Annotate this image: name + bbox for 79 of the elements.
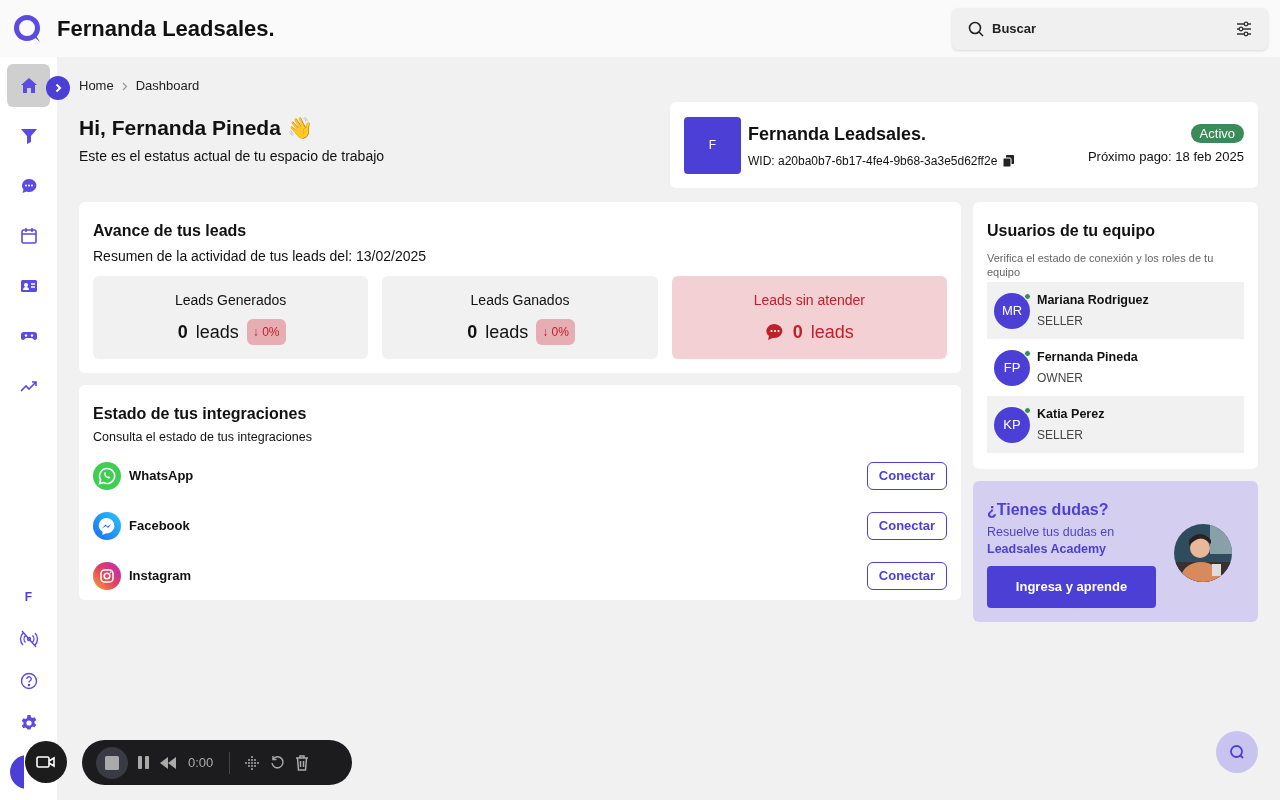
- calendar-icon: [19, 226, 38, 245]
- messenger-logo-icon: [93, 511, 121, 540]
- next-payment: Próximo pago: 18 feb 2025: [1087, 148, 1244, 166]
- instagram-logo-icon: [93, 561, 121, 590]
- member-role: OWNER: [1037, 369, 1084, 387]
- member-name: Fernanda Pineda: [1037, 349, 1138, 367]
- connect-button[interactable]: Conectar: [867, 561, 947, 590]
- chat-icon: [19, 176, 38, 195]
- card-title: Usuarios de tu equipo: [987, 221, 1156, 241]
- connect-button[interactable]: Conectar: [867, 461, 947, 490]
- card-subtitle: Verifica el estado de conexión y los roles de tu equipo: [987, 251, 1215, 279]
- rewind-icon[interactable]: [160, 756, 176, 769]
- copy-icon[interactable]: [1003, 154, 1015, 167]
- video-camera-icon: [36, 755, 56, 769]
- team-member-row[interactable]: MR Mariana Rodriguez SELLER: [987, 282, 1244, 339]
- chevron-right-icon: [121, 81, 128, 91]
- academy-button[interactable]: Ingresa y aprende: [987, 566, 1156, 608]
- stat-label: Leads Ganados: [470, 290, 570, 310]
- settings-icon[interactable]: [19, 714, 38, 732]
- academy-text: Resuelve tus dudas en Leadsales Academy: [987, 524, 1116, 558]
- home-icon: [19, 76, 38, 95]
- workspace-avatar: F: [684, 116, 741, 174]
- card-subtitle: Resumen de la actividad de tus leads del: 13/02/2025: [93, 247, 428, 266]
- lead-unit: leads: [195, 320, 239, 344]
- integration-name: Instagram: [129, 567, 192, 585]
- status-badge: Activo: [1190, 123, 1244, 143]
- help-icon[interactable]: [19, 672, 38, 690]
- search-field[interactable]: Buscar: [952, 7, 1268, 50]
- greeting-title: Hi, Fernanda Pineda 👋: [79, 115, 314, 141]
- integration-name: Facebook: [129, 517, 190, 535]
- recording-time: 0:00: [188, 753, 214, 772]
- member-role: SELLER: [1037, 312, 1085, 330]
- team-member-row[interactable]: FP Fernanda Pineda OWNER: [987, 339, 1244, 396]
- stop-icon: [105, 755, 119, 770]
- lead-count: 0: [177, 320, 188, 344]
- card-title: Avance de tus leads: [93, 221, 248, 241]
- member-role: SELLER: [1037, 426, 1085, 444]
- restart-icon[interactable]: [270, 755, 286, 770]
- academy-title: ¿Tienes dudas?: [987, 500, 1110, 520]
- breadcrumb-link[interactable]: Home: [79, 76, 114, 96]
- lead-unit: leads: [485, 320, 529, 344]
- workspace-id: WID: a20ba0b7-6b17-4fe4-9b68-3a3e5d62ff2e: [748, 152, 998, 170]
- integration-name: WhatsApp: [129, 467, 194, 485]
- workspace-initial[interactable]: F: [24, 588, 33, 606]
- member-name: Katia Perez: [1037, 406, 1105, 424]
- member-initials: MR: [1001, 301, 1023, 320]
- brand-name: Fernanda Leadsales.: [57, 15, 275, 43]
- change-badge: ↓ 0%: [536, 319, 575, 345]
- team-member-row[interactable]: KP Katia Perez SELLER: [987, 396, 1244, 453]
- filter-sliders-icon[interactable]: [1236, 20, 1252, 37]
- change-badge: ↓ 0%: [246, 319, 286, 345]
- sidebar-item[interactable]: [7, 64, 50, 107]
- whatsapp-logo-icon: [93, 461, 121, 490]
- pause-icon[interactable]: [138, 756, 150, 769]
- lead-count: 0: [792, 320, 803, 344]
- card-title: Estado de tus integraciones: [93, 404, 308, 424]
- signal-off-icon[interactable]: [18, 630, 39, 648]
- breadcrumb-link[interactable]: Dashboard: [135, 76, 200, 96]
- card-subtitle: Consulta el estado de tus integraciones: [93, 429, 313, 446]
- logo-icon: [13, 13, 43, 44]
- lead-count: 0: [467, 320, 478, 344]
- stat-label: Leads Generados: [175, 290, 287, 310]
- stop-button[interactable]: [96, 746, 128, 779]
- search-icon: [968, 20, 984, 37]
- connect-button[interactable]: Conectar: [867, 511, 947, 540]
- search-input: Buscar: [992, 18, 1228, 39]
- member-initials: FP: [1003, 358, 1021, 377]
- chat-launcher-button[interactable]: [1216, 731, 1258, 773]
- workspace-name: Fernanda Leadsales.: [748, 122, 928, 146]
- collapse-sidebar-button[interactable]: [46, 76, 70, 100]
- dot-grid-icon[interactable]: [244, 754, 261, 771]
- lead-unit: leads: [810, 320, 854, 344]
- chevron-right-icon: [53, 83, 63, 93]
- member-initials: KP: [1003, 415, 1021, 434]
- stat-label: Leads sin atender: [753, 290, 865, 310]
- trash-icon[interactable]: [295, 754, 310, 771]
- filter-icon: [19, 126, 38, 145]
- member-name: Mariana Rodriguez: [1037, 292, 1149, 310]
- greeting-subtitle: Este es el estatus actual de tu espacio de trabajo: [79, 146, 385, 166]
